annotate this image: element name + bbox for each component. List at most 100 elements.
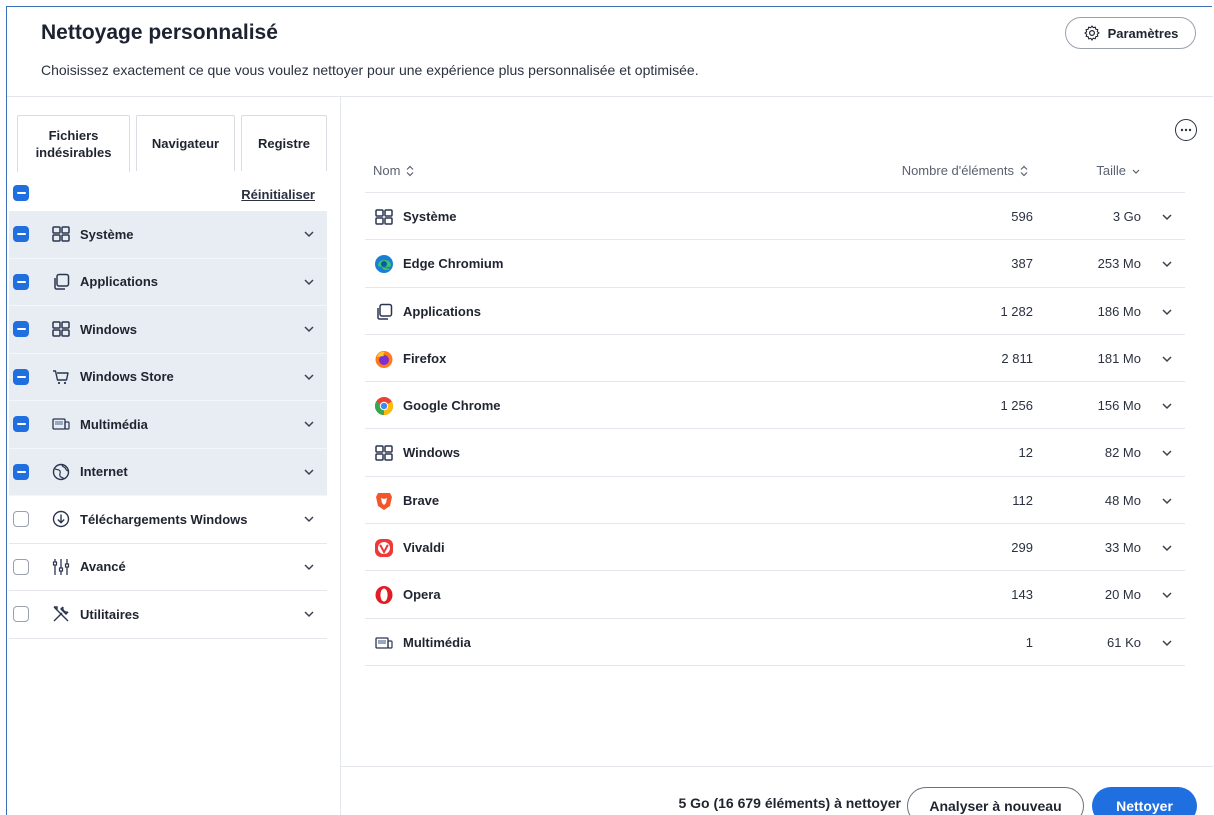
chevron-down-icon [1132, 169, 1140, 174]
category-item-multimedia[interactable]: Multimédia [9, 401, 327, 449]
chevron-down-icon[interactable] [1161, 495, 1173, 507]
category-item-windows-store[interactable]: Windows Store [9, 353, 327, 401]
chevron-down-icon[interactable] [1161, 306, 1173, 318]
grid-icon [373, 206, 395, 228]
row-count: 12 [1018, 445, 1033, 461]
grid-icon [373, 442, 395, 464]
chevron-down-icon[interactable] [303, 371, 315, 383]
category-checkbox[interactable] [13, 606, 29, 623]
category-item-applications[interactable]: Applications [9, 258, 327, 306]
table-row[interactable]: Edge Chromium 387 253 Mo [365, 240, 1185, 288]
column-label: Nombre d'éléments [901, 163, 1014, 178]
row-name: Windows [403, 445, 460, 461]
chrome-icon [373, 395, 395, 417]
category-item-internet[interactable]: Internet [9, 448, 327, 496]
gear-icon [1083, 25, 1100, 41]
chevron-down-icon[interactable] [303, 323, 315, 335]
table-row[interactable]: Vivaldi 299 33 Mo [365, 524, 1185, 572]
category-checkbox[interactable] [13, 558, 29, 575]
footer-bar: 5 Go (16 679 éléments) à nettoyer Analys… [341, 766, 1213, 815]
category-label: Téléchargements Windows [80, 511, 248, 527]
chevron-down-icon[interactable] [303, 228, 315, 240]
media-icon [373, 632, 395, 654]
row-size: 48 Mo [1104, 492, 1141, 508]
category-item-advanced[interactable]: Avancé [9, 544, 327, 591]
category-label: Avancé [80, 559, 126, 575]
chevron-down-icon[interactable] [1161, 211, 1173, 223]
row-count: 1 [1025, 634, 1033, 650]
category-checkbox[interactable] [13, 416, 29, 433]
category-label: Utilitaires [80, 606, 140, 622]
category-label: Applications [80, 274, 159, 290]
category-label: Windows [80, 321, 137, 337]
row-size: 181 Mo [1097, 350, 1141, 366]
tab-registry[interactable]: Registre [241, 115, 327, 171]
copy-icon [373, 301, 395, 323]
tab-browser[interactable]: Navigateur [136, 115, 235, 171]
rescan-button[interactable]: Analyser à nouveau [907, 787, 1084, 815]
category-label: Système [80, 226, 134, 242]
sliders-icon [51, 557, 71, 577]
row-name: Google Chrome [403, 398, 501, 414]
chevron-down-icon[interactable] [303, 466, 315, 478]
chevron-down-icon[interactable] [1161, 258, 1173, 270]
chevron-down-icon[interactable] [1161, 589, 1173, 601]
category-item-systeme[interactable]: Système [9, 211, 327, 259]
category-item-windows-downloads[interactable]: Téléchargements Windows [9, 496, 327, 544]
table-row[interactable]: Google Chrome 1 256 156 Mo [365, 382, 1185, 430]
more-options-button[interactable] [1175, 119, 1197, 141]
settings-button[interactable]: Paramètres [1065, 17, 1196, 49]
category-checkbox[interactable] [13, 273, 29, 290]
chevron-down-icon[interactable] [303, 418, 315, 430]
chevron-down-icon[interactable] [1161, 447, 1173, 459]
table-row[interactable]: Opera 143 20 Mo [365, 571, 1185, 619]
category-item-utilities[interactable]: Utilitaires [9, 591, 327, 639]
chevron-down-icon[interactable] [303, 276, 315, 288]
row-name: Firefox [403, 350, 447, 366]
table-row[interactable]: Multimédia 1 61 Ko [365, 619, 1185, 666]
table-row[interactable]: Firefox 2 811 181 Mo [365, 335, 1185, 383]
category-checkbox[interactable] [13, 321, 29, 338]
category-checkbox[interactable] [13, 226, 29, 243]
results-panel: Nom Nombre d'éléments Taille Système 596… [341, 97, 1213, 815]
settings-label: Paramètres [1107, 25, 1179, 41]
table-row[interactable]: Brave 112 48 Mo [365, 477, 1185, 525]
row-name: Edge Chromium [403, 256, 504, 272]
column-header-count[interactable]: Nombre d'éléments [902, 163, 1029, 178]
download-icon [51, 509, 71, 529]
category-checkbox[interactable] [13, 368, 29, 385]
column-header-name[interactable]: Nom [373, 163, 415, 178]
table-row[interactable]: Système 596 3 Go [365, 193, 1185, 241]
category-label: Internet [80, 464, 128, 480]
chevron-down-icon[interactable] [303, 513, 315, 525]
chevron-down-icon[interactable] [303, 608, 315, 620]
select-all-checkbox[interactable] [13, 185, 29, 201]
chevron-down-icon[interactable] [1161, 542, 1173, 554]
chevron-down-icon[interactable] [1161, 637, 1173, 649]
category-checkbox[interactable] [13, 463, 29, 480]
sort-icon [407, 165, 414, 176]
reset-link[interactable]: Réinitialiser [241, 187, 315, 202]
firefox-icon [373, 348, 395, 370]
table-row[interactable]: Applications 1 282 186 Mo [365, 288, 1185, 335]
chevron-down-icon[interactable] [1161, 400, 1173, 412]
row-count: 299 [1011, 540, 1033, 556]
clean-button[interactable]: Nettoyer [1092, 787, 1197, 815]
row-size: 61 Ko [1107, 634, 1141, 650]
category-item-windows[interactable]: Windows [9, 306, 327, 354]
tab-junk-files[interactable]: Fichiers indésirables [17, 115, 130, 172]
chevron-down-icon[interactable] [1161, 353, 1173, 365]
sort-icon [1020, 165, 1028, 176]
row-size: 253 Mo [1097, 256, 1141, 272]
cleanup-summary: 5 Go (16 679 éléments) à nettoyer [678, 795, 901, 811]
category-checkbox[interactable] [13, 511, 29, 528]
column-header-size[interactable]: Taille [1096, 163, 1141, 178]
chevron-down-icon[interactable] [303, 561, 315, 573]
table-row[interactable]: Windows 12 82 Mo [365, 429, 1185, 477]
vivaldi-icon [373, 537, 395, 559]
grid-icon [51, 224, 71, 244]
row-count: 143 [1011, 587, 1033, 603]
row-name: Opera [403, 587, 441, 603]
row-name: Système [403, 209, 457, 224]
row-name: Vivaldi [403, 540, 445, 556]
